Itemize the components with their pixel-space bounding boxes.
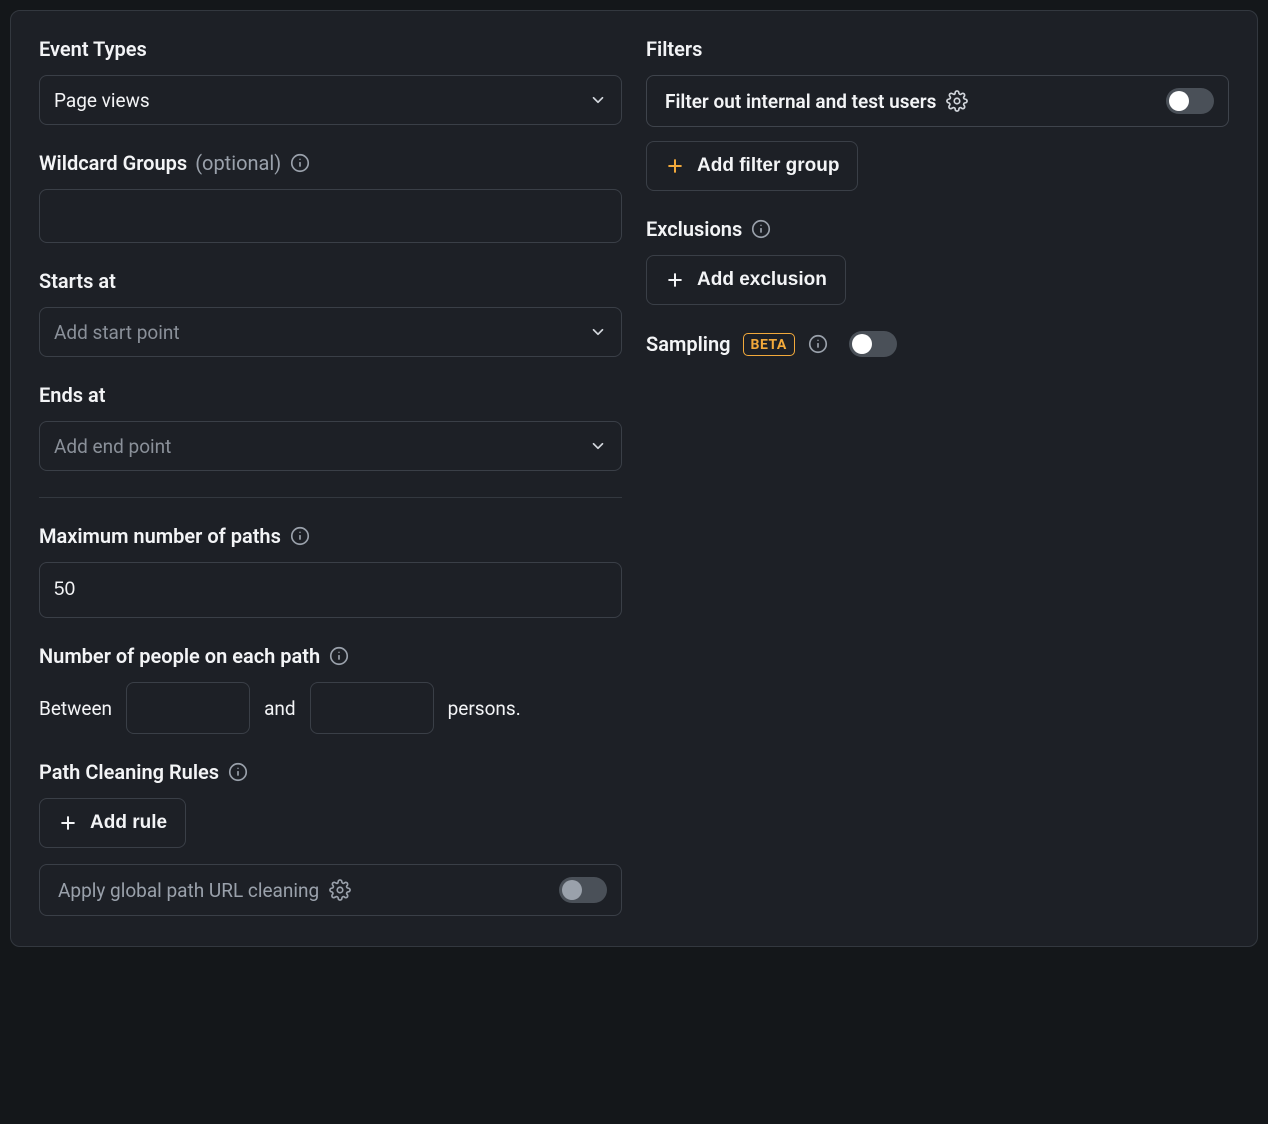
- filters-section: Filters Filter out internal and test use…: [646, 37, 1229, 191]
- ends-at-select[interactable]: Add end point: [39, 421, 622, 471]
- starts-at-select[interactable]: Add start point: [39, 307, 622, 357]
- ends-at-label: Ends at: [39, 383, 105, 407]
- info-icon[interactable]: [289, 152, 311, 174]
- add-rule-button[interactable]: Add rule: [39, 798, 186, 848]
- exclusions-label: Exclusions: [646, 217, 742, 241]
- info-icon[interactable]: [807, 333, 829, 355]
- ends-at-section: Ends at Add end point: [39, 383, 622, 471]
- info-icon[interactable]: [227, 761, 249, 783]
- filter-internal-toggle[interactable]: [1166, 88, 1214, 114]
- paths-query-panel: Event Types Page views Wildcard Groups (…: [10, 10, 1258, 947]
- wildcard-groups-section: Wildcard Groups (optional): [39, 151, 622, 243]
- exclusions-section: Exclusions Add exclusion: [646, 217, 1229, 305]
- right-column: Filters Filter out internal and test use…: [646, 37, 1229, 916]
- path-cleaning-section: Path Cleaning Rules Add rule Apply globa…: [39, 760, 622, 916]
- persons-text: persons.: [448, 697, 521, 720]
- max-paths-input[interactable]: [39, 562, 622, 618]
- max-paths-label: Maximum number of paths: [39, 524, 281, 548]
- wildcard-groups-input[interactable]: [39, 189, 622, 243]
- add-filter-group-button[interactable]: Add filter group: [646, 141, 858, 191]
- plus-icon: [665, 156, 685, 176]
- starts-at-label: Starts at: [39, 269, 116, 293]
- global-clean-row: Apply global path URL cleaning: [39, 864, 622, 916]
- event-types-label: Event Types: [39, 37, 147, 61]
- event-types-value: Page views: [54, 89, 150, 112]
- add-rule-label: Add rule: [90, 812, 167, 834]
- ends-at-placeholder: Add end point: [54, 435, 171, 458]
- wildcard-groups-label: Wildcard Groups: [39, 151, 187, 175]
- divider: [39, 497, 622, 498]
- info-icon[interactable]: [750, 218, 772, 240]
- info-icon[interactable]: [289, 525, 311, 547]
- plus-icon: [58, 813, 78, 833]
- sampling-toggle[interactable]: [849, 331, 897, 357]
- chevron-down-icon: [589, 91, 607, 109]
- min-people-input[interactable]: [126, 682, 250, 734]
- left-column: Event Types Page views Wildcard Groups (…: [39, 37, 622, 916]
- wildcard-groups-suffix: (optional): [195, 151, 281, 175]
- gear-icon[interactable]: [946, 90, 968, 112]
- info-icon[interactable]: [328, 645, 350, 667]
- people-per-path-section: Number of people on each path Between an…: [39, 644, 622, 734]
- people-per-path-label: Number of people on each path: [39, 644, 320, 668]
- chevron-down-icon: [589, 323, 607, 341]
- max-people-input[interactable]: [310, 682, 434, 734]
- add-filter-group-label: Add filter group: [697, 155, 839, 177]
- between-text: Between: [39, 697, 112, 720]
- sampling-section: Sampling BETA: [646, 331, 1229, 357]
- sampling-label: Sampling: [646, 332, 731, 356]
- event-types-section: Event Types Page views: [39, 37, 622, 125]
- and-text: and: [264, 697, 296, 720]
- filter-internal-text: Filter out internal and test users: [665, 90, 936, 113]
- starts-at-section: Starts at Add start point: [39, 269, 622, 357]
- add-exclusion-button[interactable]: Add exclusion: [646, 255, 846, 305]
- add-exclusion-label: Add exclusion: [697, 269, 827, 291]
- event-types-select[interactable]: Page views: [39, 75, 622, 125]
- plus-icon: [665, 270, 685, 290]
- starts-at-placeholder: Add start point: [54, 321, 180, 344]
- global-clean-toggle[interactable]: [559, 877, 607, 903]
- global-clean-text: Apply global path URL cleaning: [58, 879, 319, 902]
- max-paths-section: Maximum number of paths: [39, 524, 622, 618]
- path-cleaning-label: Path Cleaning Rules: [39, 760, 219, 784]
- chevron-down-icon: [589, 437, 607, 455]
- gear-icon[interactable]: [329, 879, 351, 901]
- filter-internal-bar: Filter out internal and test users: [646, 75, 1229, 127]
- beta-badge: BETA: [743, 333, 795, 356]
- filters-label: Filters: [646, 37, 702, 61]
